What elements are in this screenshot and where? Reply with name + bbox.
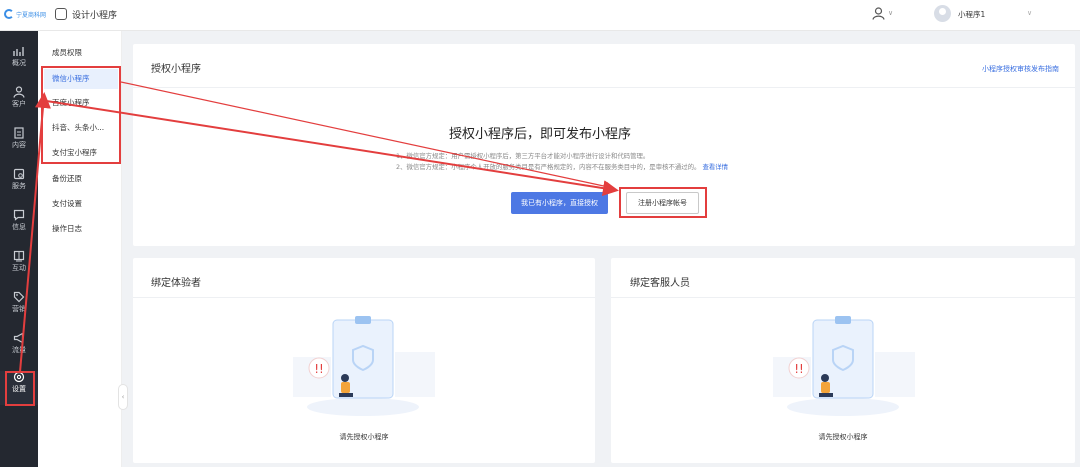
submenu-item-payment-settings[interactable]: 支付设置 — [44, 194, 118, 214]
sidebar-item-traffic[interactable]: 流量 — [0, 332, 38, 366]
highlight-box — [619, 187, 707, 218]
account-name[interactable]: 小程序1 — [958, 9, 985, 20]
note-line-1: 1、微信官方规定：用户需授权小程序后，第三方平台才能对小程序进行设计和代码管理。 — [396, 152, 650, 160]
highlight-box — [5, 371, 35, 406]
message-icon — [13, 209, 25, 221]
review-guide-link[interactable]: 小程序授权审核发布指南 — [982, 64, 1059, 74]
app-name: 设计小程序 — [72, 11, 118, 21]
sidebar-item-label: 概况 — [12, 59, 26, 67]
testers-panel-title: 绑定体验者 — [151, 278, 201, 289]
logo-text: 宁夏商科网 — [16, 11, 47, 19]
submenu-item-member-permissions[interactable]: 成员权限 — [44, 43, 118, 63]
top-bar: 宁夏商科网 设计小程序 ∨ 小程序1 ∨ — [0, 0, 1080, 31]
chevron-down-icon[interactable]: ∨ — [1027, 9, 1032, 17]
divider — [133, 297, 595, 298]
submenu-item-operation-log[interactable]: 操作日志 — [44, 219, 118, 239]
service-staff-empty-text: 请先授权小程序 — [818, 433, 868, 441]
svg-text:!!: !! — [794, 362, 804, 376]
tag-icon — [13, 291, 25, 303]
sidebar-item-service[interactable]: 服务 — [0, 168, 38, 202]
service-icon — [13, 168, 25, 180]
sidebar-item-customers[interactable]: 客户 — [0, 86, 38, 120]
empty-state-illustration: !! — [293, 316, 435, 416]
service-staff-panel-title: 绑定客服人员 — [630, 278, 690, 289]
logo-icon — [4, 9, 14, 19]
sidebar-item-label: 营销 — [12, 305, 26, 313]
sidebar-item-interaction[interactable]: 互动 — [0, 250, 38, 284]
authorize-headline: 授权小程序后，即可发布小程序 — [448, 127, 631, 142]
authorize-panel — [133, 44, 1075, 246]
authorize-existing-button[interactable]: 我已有小程序，直接授权 — [511, 192, 608, 214]
sidebar-item-label: 互动 — [12, 264, 26, 272]
interact-icon — [13, 250, 25, 262]
divider — [133, 87, 1075, 88]
sidebar-item-label: 客户 — [12, 100, 26, 108]
person-icon — [13, 86, 25, 98]
sidebar-item-label: 服务 — [12, 182, 26, 190]
authorize-panel-title: 授权小程序 — [151, 64, 201, 75]
brand-logo[interactable]: 宁夏商科网 — [4, 9, 46, 19]
divider — [611, 297, 1075, 298]
chevron-down-icon[interactable]: ∨ — [888, 9, 893, 17]
sidebar-item-label: 流量 — [12, 346, 26, 354]
note-line-2-text: 2、微信官方规定：小程序个人开放的服务类目是有严格规定的，内容不在服务类目中的，… — [396, 163, 701, 171]
view-details-link[interactable]: 查看详情 — [702, 163, 728, 171]
sidebar-item-overview[interactable]: 概况 — [0, 45, 38, 79]
note-line-2: 2、微信官方规定：小程序个人开放的服务类目是有严格规定的，内容不在服务类目中的，… — [396, 162, 728, 171]
highlight-box — [41, 66, 121, 164]
empty-state-illustration: !! — [773, 316, 915, 416]
sidebar-item-marketing[interactable]: 营销 — [0, 291, 38, 325]
user-icon[interactable] — [872, 7, 885, 20]
collapse-submenu-button[interactable]: ‹ — [118, 384, 128, 410]
avatar[interactable] — [934, 5, 951, 22]
sidebar-item-label: 信息 — [12, 223, 26, 231]
app-icon — [55, 8, 67, 20]
sidebar-item-messages[interactable]: 信息 — [0, 209, 38, 243]
submenu-item-backup-restore[interactable]: 备份还原 — [44, 169, 118, 189]
megaphone-icon — [13, 332, 24, 344]
svg-text:!!: !! — [314, 362, 324, 376]
testers-empty-text: 请先授权小程序 — [339, 433, 389, 441]
chart-icon — [13, 47, 24, 56]
